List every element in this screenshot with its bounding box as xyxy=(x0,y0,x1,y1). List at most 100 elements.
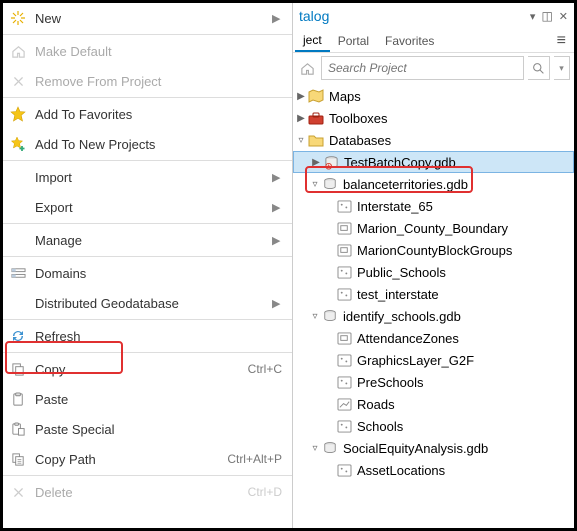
menu-new[interactable]: New ▶ xyxy=(3,3,292,33)
separator xyxy=(3,223,292,224)
tree-toolboxes[interactable]: ▶ Toolboxes xyxy=(293,107,574,129)
menu-paste-special-label: Paste Special xyxy=(35,422,282,437)
tree-preschools[interactable]: PreSchools xyxy=(293,371,574,393)
separator xyxy=(3,475,292,476)
tree-label: SocialEquityAnalysis.gdb xyxy=(343,441,488,456)
feature-class-icon xyxy=(335,462,353,478)
menu-copy-path-label: Copy Path xyxy=(35,452,227,467)
tree-label: TestBatchCopy.gdb xyxy=(344,155,456,170)
blank-icon xyxy=(9,231,27,249)
blank-icon xyxy=(9,168,27,186)
tree-label: AttendanceZones xyxy=(357,331,459,346)
expander-icon[interactable]: ▶ xyxy=(295,113,307,124)
catalog-header: talog ▾ ◫ ✕ xyxy=(293,3,574,29)
tab-portal[interactable]: Portal xyxy=(330,31,377,51)
menu-copy-path[interactable]: Copy Path Ctrl+Alt+P xyxy=(3,444,292,474)
tree-databases[interactable]: ▿ Databases xyxy=(293,129,574,151)
separator xyxy=(3,352,292,353)
tree-roads[interactable]: Roads xyxy=(293,393,574,415)
expander-icon[interactable]: ▿ xyxy=(295,135,307,146)
home-icon[interactable] xyxy=(297,58,317,78)
menu-manage-label: Manage xyxy=(35,233,266,248)
tree-attendance[interactable]: AttendanceZones xyxy=(293,327,574,349)
expander-icon[interactable]: ▿ xyxy=(309,179,321,190)
tree-label: balanceterritories.gdb xyxy=(343,177,468,192)
menu-export-label: Export xyxy=(35,200,266,215)
expander-icon[interactable]: ▶ xyxy=(295,91,307,102)
tab-project[interactable]: ject xyxy=(295,30,330,52)
tree-identify[interactable]: ▿ identify_schools.gdb xyxy=(293,305,574,327)
menu-add-favorites[interactable]: Add To Favorites xyxy=(3,99,292,129)
tree-label: Databases xyxy=(329,133,391,148)
separator xyxy=(3,319,292,320)
feature-class-icon xyxy=(335,220,353,236)
search-input[interactable] xyxy=(321,56,524,80)
menu-import-label: Import xyxy=(35,170,266,185)
menu-distributed-gdb-label: Distributed Geodatabase xyxy=(35,296,266,311)
submenu-arrow-icon: ▶ xyxy=(272,12,282,25)
menu-manage[interactable]: Manage ▶ xyxy=(3,225,292,255)
pin-icon[interactable]: ◫ xyxy=(541,9,552,23)
expander-icon[interactable]: ▶ xyxy=(310,157,322,168)
tree-schools[interactable]: Schools xyxy=(293,415,574,437)
submenu-arrow-icon: ▶ xyxy=(272,171,282,184)
tree-label: Maps xyxy=(329,89,361,104)
submenu-arrow-icon: ▶ xyxy=(272,201,282,214)
separator xyxy=(3,97,292,98)
tree-interstate65[interactable]: Interstate_65 xyxy=(293,195,574,217)
tree-social[interactable]: ▿ SocialEquityAnalysis.gdb xyxy=(293,437,574,459)
tree-label: test_interstate xyxy=(357,287,439,302)
tree-test-interstate[interactable]: test_interstate xyxy=(293,283,574,305)
close-icon[interactable]: ✕ xyxy=(559,10,568,23)
refresh-icon xyxy=(9,327,27,345)
menu-refresh[interactable]: Refresh xyxy=(3,321,292,351)
tree-label: AssetLocations xyxy=(357,463,445,478)
menu-distributed-gdb[interactable]: Distributed Geodatabase ▶ xyxy=(3,288,292,318)
menu-domains[interactable]: Domains xyxy=(3,258,292,288)
copy-icon xyxy=(9,360,27,378)
menu-copy-path-shortcut: Ctrl+Alt+P xyxy=(227,452,282,466)
hamburger-icon[interactable]: ≡ xyxy=(549,32,574,50)
tree-label: MarionCountyBlockGroups xyxy=(357,243,512,258)
menu-refresh-label: Refresh xyxy=(35,329,282,344)
feature-class-icon xyxy=(335,286,353,302)
search-dropdown-icon[interactable]: ▾ xyxy=(554,56,570,80)
sparkle-icon xyxy=(9,9,27,27)
feature-class-icon xyxy=(335,198,353,214)
menu-delete-shortcut: Ctrl+D xyxy=(248,485,282,499)
tree-graphics[interactable]: GraphicsLayer_G2F xyxy=(293,349,574,371)
tree-testbatchcopy[interactable]: ▶ TestBatchCopy.gdb xyxy=(293,151,574,173)
search-icon[interactable] xyxy=(528,56,550,80)
feature-class-icon xyxy=(335,330,353,346)
menu-add-new-projects[interactable]: Add To New Projects xyxy=(3,129,292,159)
tree-public-schools[interactable]: Public_Schools xyxy=(293,261,574,283)
geodatabase-icon xyxy=(322,154,340,170)
tree-asset[interactable]: AssetLocations xyxy=(293,459,574,481)
database-folder-icon xyxy=(307,132,325,148)
tree-marion-blocks[interactable]: MarionCountyBlockGroups xyxy=(293,239,574,261)
tree-balance[interactable]: ▿ balanceterritories.gdb xyxy=(293,173,574,195)
tree-marion-boundary[interactable]: Marion_County_Boundary xyxy=(293,217,574,239)
dropdown-icon[interactable]: ▾ xyxy=(530,10,536,23)
menu-delete-label: Delete xyxy=(35,485,248,500)
menu-import[interactable]: Import ▶ xyxy=(3,162,292,192)
menu-remove-label: Remove From Project xyxy=(35,74,282,89)
menu-paste-special[interactable]: Paste Special xyxy=(3,414,292,444)
menu-paste[interactable]: Paste xyxy=(3,384,292,414)
blank-icon xyxy=(9,294,27,312)
menu-make-default-label: Make Default xyxy=(35,44,282,59)
menu-copy[interactable]: Copy Ctrl+C xyxy=(3,354,292,384)
menu-export[interactable]: Export ▶ xyxy=(3,192,292,222)
menu-copy-label: Copy xyxy=(35,362,248,377)
star-plus-icon xyxy=(9,135,27,153)
expander-icon[interactable]: ▿ xyxy=(309,311,321,322)
paste-special-icon xyxy=(9,420,27,438)
home-icon xyxy=(9,42,27,60)
tab-favorites[interactable]: Favorites xyxy=(377,31,442,51)
menu-new-label: New xyxy=(35,11,266,26)
delete-icon xyxy=(9,483,27,501)
tree-maps[interactable]: ▶ Maps xyxy=(293,85,574,107)
expander-icon[interactable]: ▿ xyxy=(309,443,321,454)
feature-class-icon xyxy=(335,242,353,258)
domains-icon xyxy=(9,264,27,282)
